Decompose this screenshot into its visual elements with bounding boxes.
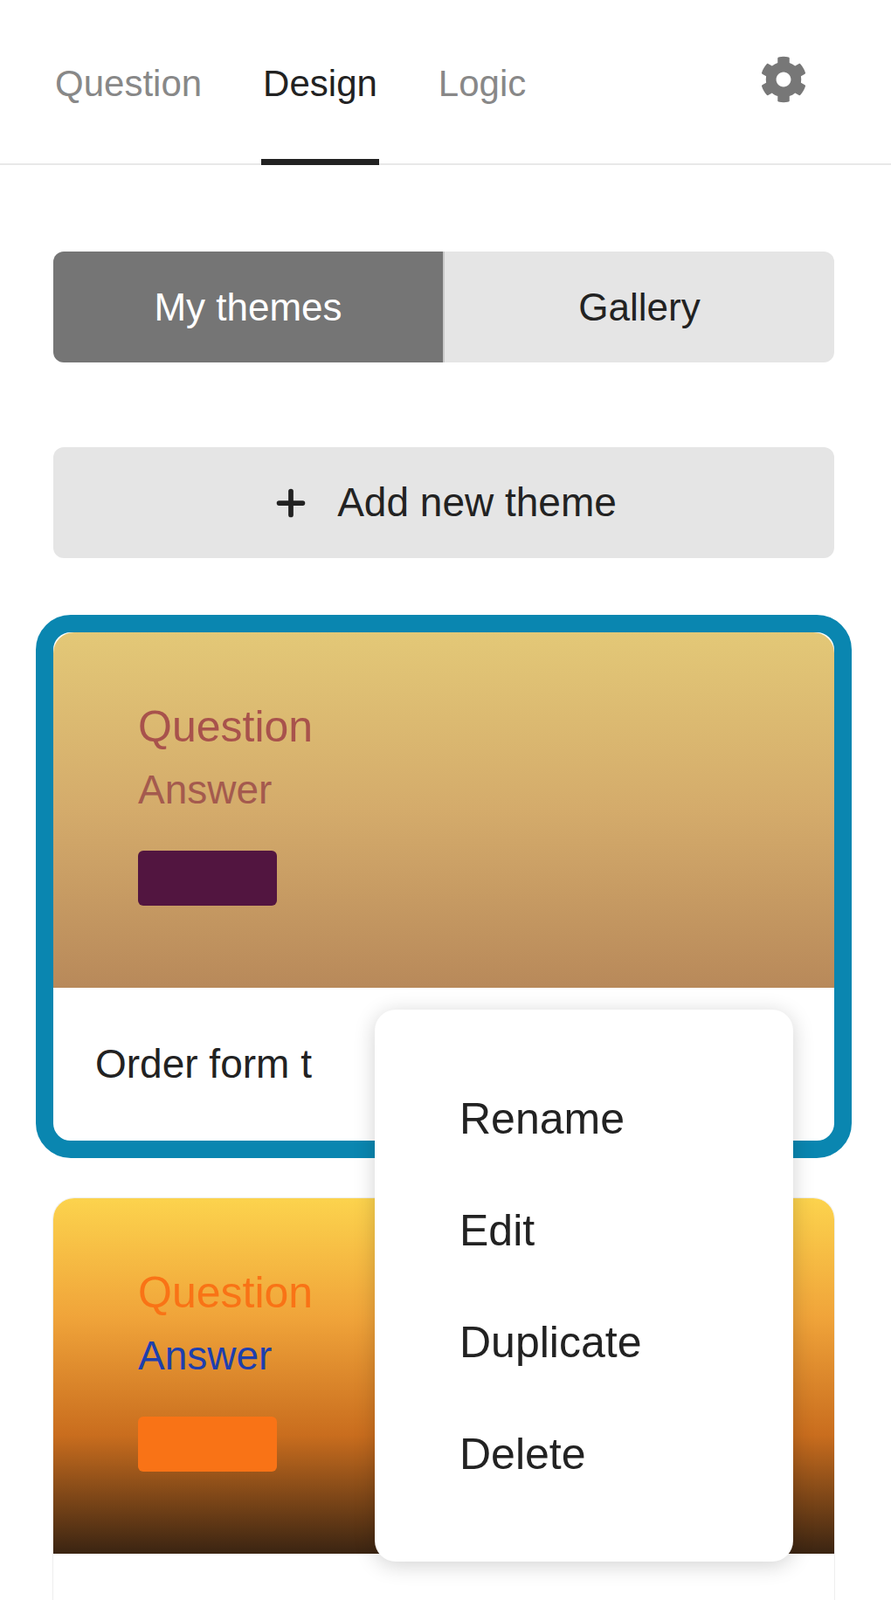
toggle-option[interactable]: Gallery	[444, 251, 835, 363]
menu-item[interactable]: Delete	[374, 1398, 794, 1511]
tab[interactable]: Logic	[436, 62, 528, 166]
menu-item[interactable]: Duplicate	[374, 1286, 794, 1399]
theme-name: Order form t	[95, 1034, 312, 1095]
theme-list: Question Answer Order form t Question Answer…	[53, 614, 835, 1600]
preview-answer: Answer	[138, 765, 835, 815]
add-theme-button[interactable]: Add new theme	[53, 447, 835, 559]
add-theme-label: Add new theme	[337, 472, 617, 533]
tab-bar: Question Design Logic	[0, 0, 891, 166]
settings-button[interactable]	[759, 55, 808, 104]
menu-item[interactable]: Rename	[374, 1063, 794, 1175]
toggle-option[interactable]: My themes	[53, 251, 445, 363]
tab[interactable]: Design	[261, 62, 380, 166]
theme-source-toggle: My themesGallery	[53, 251, 835, 363]
design-panel: Question Design Logic My themesGallery Add n…	[0, 0, 891, 1600]
content: My themesGallery Add new theme Question Ans…	[0, 251, 891, 1600]
menu-item[interactable]: Edit	[374, 1174, 794, 1287]
tab[interactable]: Question	[53, 62, 204, 166]
gear-icon[interactable]	[759, 55, 808, 104]
context-menu: RenameEditDuplicateDelete	[374, 1009, 794, 1562]
theme-preview: Question Answer	[53, 632, 835, 988]
preview-button	[138, 1416, 277, 1472]
plus-icon	[270, 483, 311, 524]
preview-button	[138, 850, 277, 906]
preview-question: Question	[138, 700, 835, 753]
